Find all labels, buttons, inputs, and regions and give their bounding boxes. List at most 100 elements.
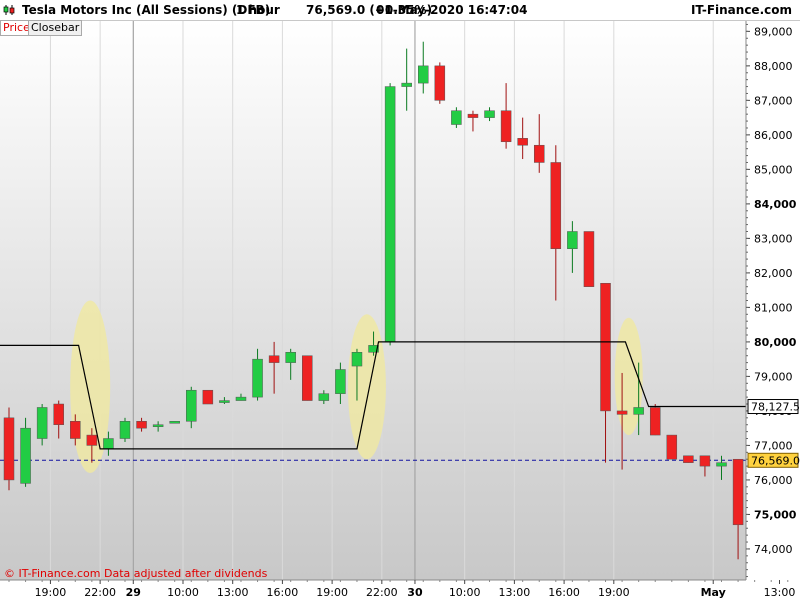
y-tick-label: 83,000 — [754, 232, 793, 245]
candle-up — [119, 417, 131, 442]
candle-body — [517, 138, 528, 146]
candle-body — [3, 417, 15, 481]
candle-up — [169, 421, 180, 424]
candle-body — [683, 455, 694, 463]
candle-body — [235, 396, 247, 401]
candle-body — [699, 455, 711, 467]
y-tick-label: 88,000 — [754, 60, 793, 73]
candle-body — [318, 393, 330, 401]
instrument-title: Tesla Motors Inc (All Sessions) (DFB) — [22, 3, 271, 17]
y-tick-label: 89,000 — [754, 25, 793, 38]
candle-body — [434, 65, 446, 101]
timeframe-label: 1 hour — [236, 3, 280, 17]
candle-up — [384, 83, 396, 346]
x-tick-label: 16:00 — [548, 586, 580, 599]
candle-body — [202, 389, 214, 405]
candle-body — [666, 434, 678, 460]
brand-label: IT-Finance.com — [690, 3, 792, 17]
candle-down — [649, 404, 661, 436]
x-tick-label: May — [701, 586, 726, 599]
candle-body — [351, 352, 363, 367]
x-tick-label: 10:00 — [167, 586, 199, 599]
candle-body — [600, 282, 611, 412]
x-tick-label: 19:00 — [316, 586, 348, 599]
candle-body — [302, 355, 313, 401]
candle-down — [583, 231, 595, 287]
candle-body — [633, 407, 644, 415]
y-tick-label: 85,000 — [754, 163, 793, 176]
y-tick-label: 75,000 — [754, 508, 797, 521]
candle-body — [567, 231, 578, 249]
candle-body — [86, 434, 98, 446]
x-axis-area — [0, 580, 800, 600]
x-tick-label: 10:00 — [449, 586, 481, 599]
candle-body — [716, 462, 727, 467]
candle-body — [550, 162, 562, 249]
candle-body — [285, 352, 296, 363]
candle-body — [152, 424, 164, 427]
candle-body — [335, 369, 346, 394]
chart-header: Tesla Motors Inc (All Sessions) (DFB) 1 … — [0, 0, 800, 21]
y-tick-label: 76,000 — [754, 474, 793, 487]
candle-body — [20, 427, 31, 484]
candle-down — [434, 62, 446, 104]
candle-body — [169, 421, 180, 424]
candle-body — [583, 231, 595, 287]
y-tick-label: 81,000 — [754, 301, 793, 314]
candle-body — [219, 400, 230, 403]
x-tick-label: 19:00 — [35, 586, 67, 599]
closebar-price-label: 78,127.5 — [751, 401, 800, 414]
candle-up — [20, 417, 31, 487]
candle-body — [53, 403, 64, 425]
tab-closebar[interactable]: Closebar — [28, 20, 83, 36]
datetime-label: 01-May-2020 16:47:04 — [376, 3, 528, 17]
candle-body — [649, 407, 661, 436]
candle-body — [533, 144, 545, 163]
x-tick-label: 13:00 — [217, 586, 249, 599]
y-tick-label: 86,000 — [754, 129, 793, 142]
footer-note: © IT-Finance.com Data adjusted after div… — [4, 567, 268, 580]
y-tick-label: 82,000 — [754, 267, 793, 280]
candle-body — [467, 113, 479, 118]
candle-body — [451, 110, 462, 125]
x-tick-label: 22:00 — [366, 586, 398, 599]
x-tick-label: 13:00 — [499, 586, 531, 599]
x-tick-label: 22:00 — [84, 586, 116, 599]
candle-body — [418, 65, 429, 84]
current-price-label: 76,569.0 — [751, 454, 800, 467]
candle-down — [3, 407, 15, 491]
x-tick-label: 29 — [126, 586, 141, 599]
x-tick-label: 16:00 — [267, 586, 299, 599]
candle-down — [683, 455, 694, 463]
candle-body — [500, 110, 512, 143]
candle-body — [36, 407, 48, 439]
price-chart: 74,00075,00076,00077,00078,00079,00080,0… — [0, 21, 800, 600]
highlight-ellipse — [347, 314, 386, 460]
x-tick-label: 19:00 — [598, 586, 630, 599]
candle-down — [202, 389, 214, 405]
y-tick-label: 80,000 — [754, 336, 797, 349]
candle-body — [616, 410, 628, 415]
candle-body — [186, 389, 197, 422]
candle-body — [484, 110, 495, 118]
y-tick-label: 87,000 — [754, 94, 793, 107]
y-tick-label: 74,000 — [754, 543, 793, 556]
candle-body — [70, 421, 81, 439]
candle-body — [119, 421, 131, 439]
candle-body — [384, 86, 396, 343]
x-tick-label: 13:00 — [764, 586, 796, 599]
x-tick-label: 30 — [407, 586, 423, 599]
candle-body — [401, 82, 412, 87]
candle-down — [666, 434, 678, 460]
candle-body — [252, 358, 263, 398]
y-tick-label: 84,000 — [754, 198, 797, 211]
candle-down — [302, 355, 313, 401]
y-tick-label: 79,000 — [754, 370, 793, 383]
candle-body — [268, 355, 280, 363]
candle-body — [136, 421, 147, 429]
candle-body — [103, 438, 114, 450]
candle-body — [732, 458, 744, 526]
plot-background — [0, 21, 746, 580]
candlestick-icon — [3, 5, 15, 15]
y-tick-label: 77,000 — [754, 439, 793, 452]
